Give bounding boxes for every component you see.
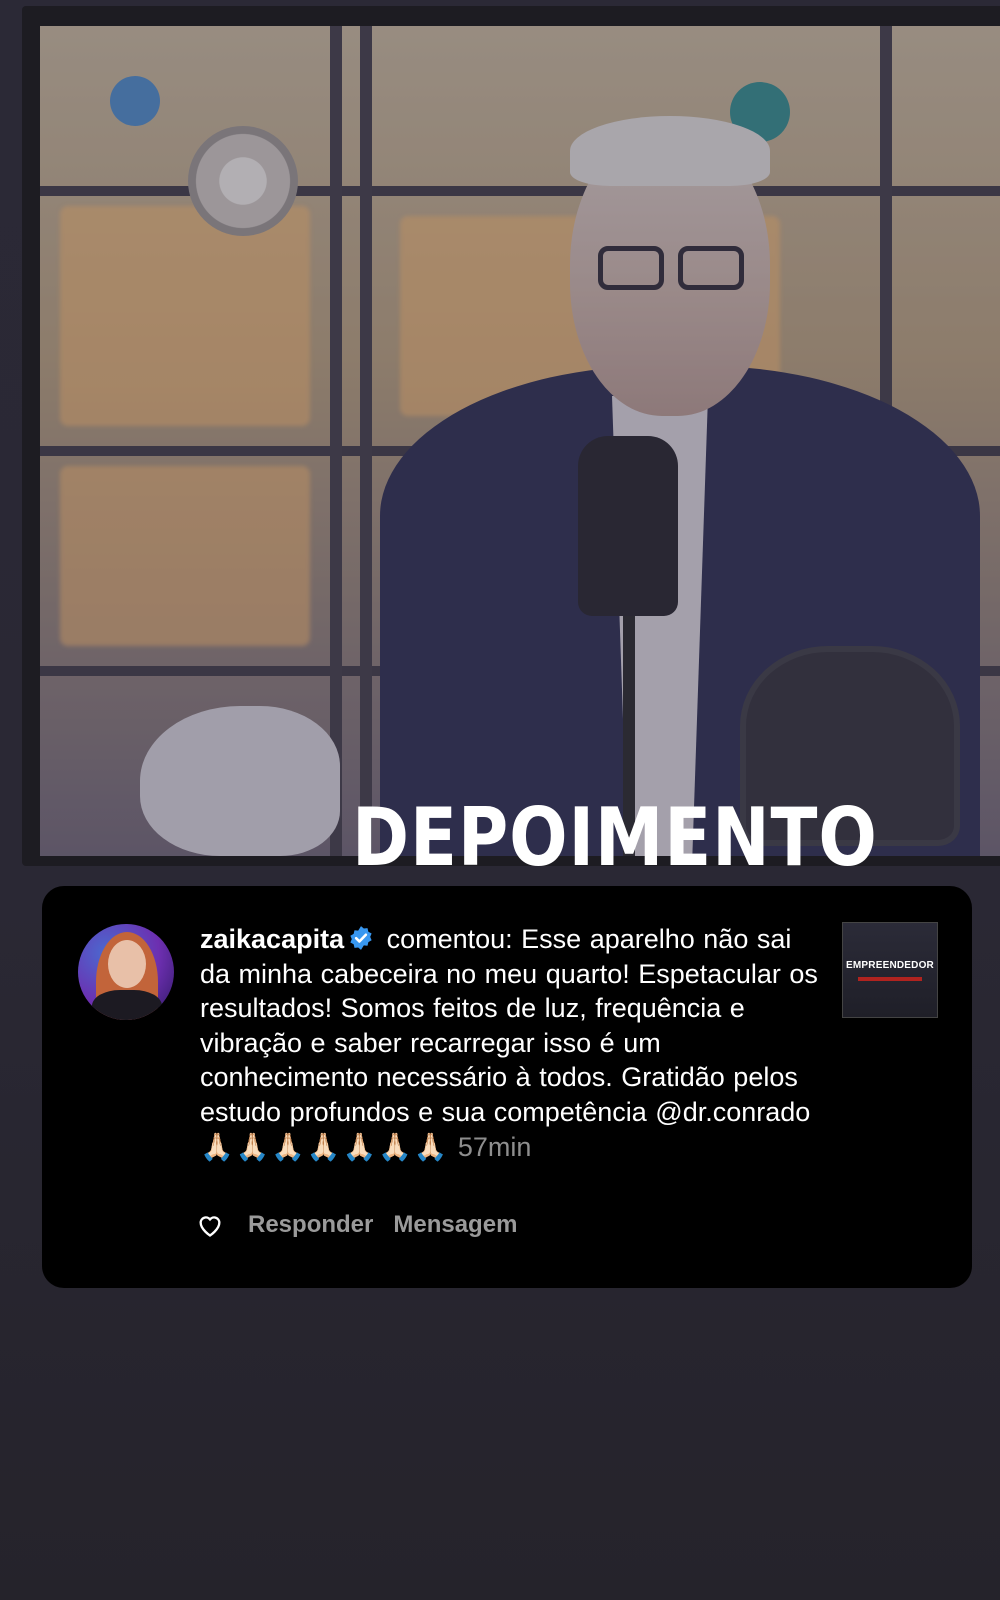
reply-button[interactable]: Responder	[248, 1211, 373, 1239]
comment-action: comentou:	[378, 924, 522, 954]
comment-body: Esse aparelho não sai da minha cabeceira…	[200, 924, 818, 1127]
story-headline: DEPOIMENTO	[352, 791, 878, 884]
heart-icon[interactable]	[196, 1212, 224, 1238]
timestamp: 57min	[457, 1131, 532, 1162]
thumbnail-bar	[858, 976, 922, 981]
avatar[interactable]	[78, 924, 174, 1020]
comment-card[interactable]: zaikacapita comentou: Esse aparelho não …	[42, 886, 972, 1288]
story-view: DEPOIMENTO zaikacapita comentou: Esse ap…	[0, 0, 1000, 1600]
background-video-scene	[40, 26, 1000, 856]
verified-badge-icon	[350, 926, 372, 950]
emoji-row: 🙏🏻🙏🏻🙏🏻🙏🏻🙏🏻🙏🏻🙏🏻	[200, 1131, 450, 1162]
post-thumbnail[interactable]: EMPREENDEDOR	[842, 922, 938, 1018]
message-button[interactable]: Mensagem	[393, 1211, 517, 1239]
username[interactable]: zaikacapita	[200, 924, 344, 954]
thumbnail-label: EMPREENDEDOR	[846, 959, 934, 971]
comment-text: zaikacapita comentou: Esse aparelho não …	[200, 922, 820, 1164]
comment-actions: Responder Mensagem	[196, 1210, 537, 1240]
